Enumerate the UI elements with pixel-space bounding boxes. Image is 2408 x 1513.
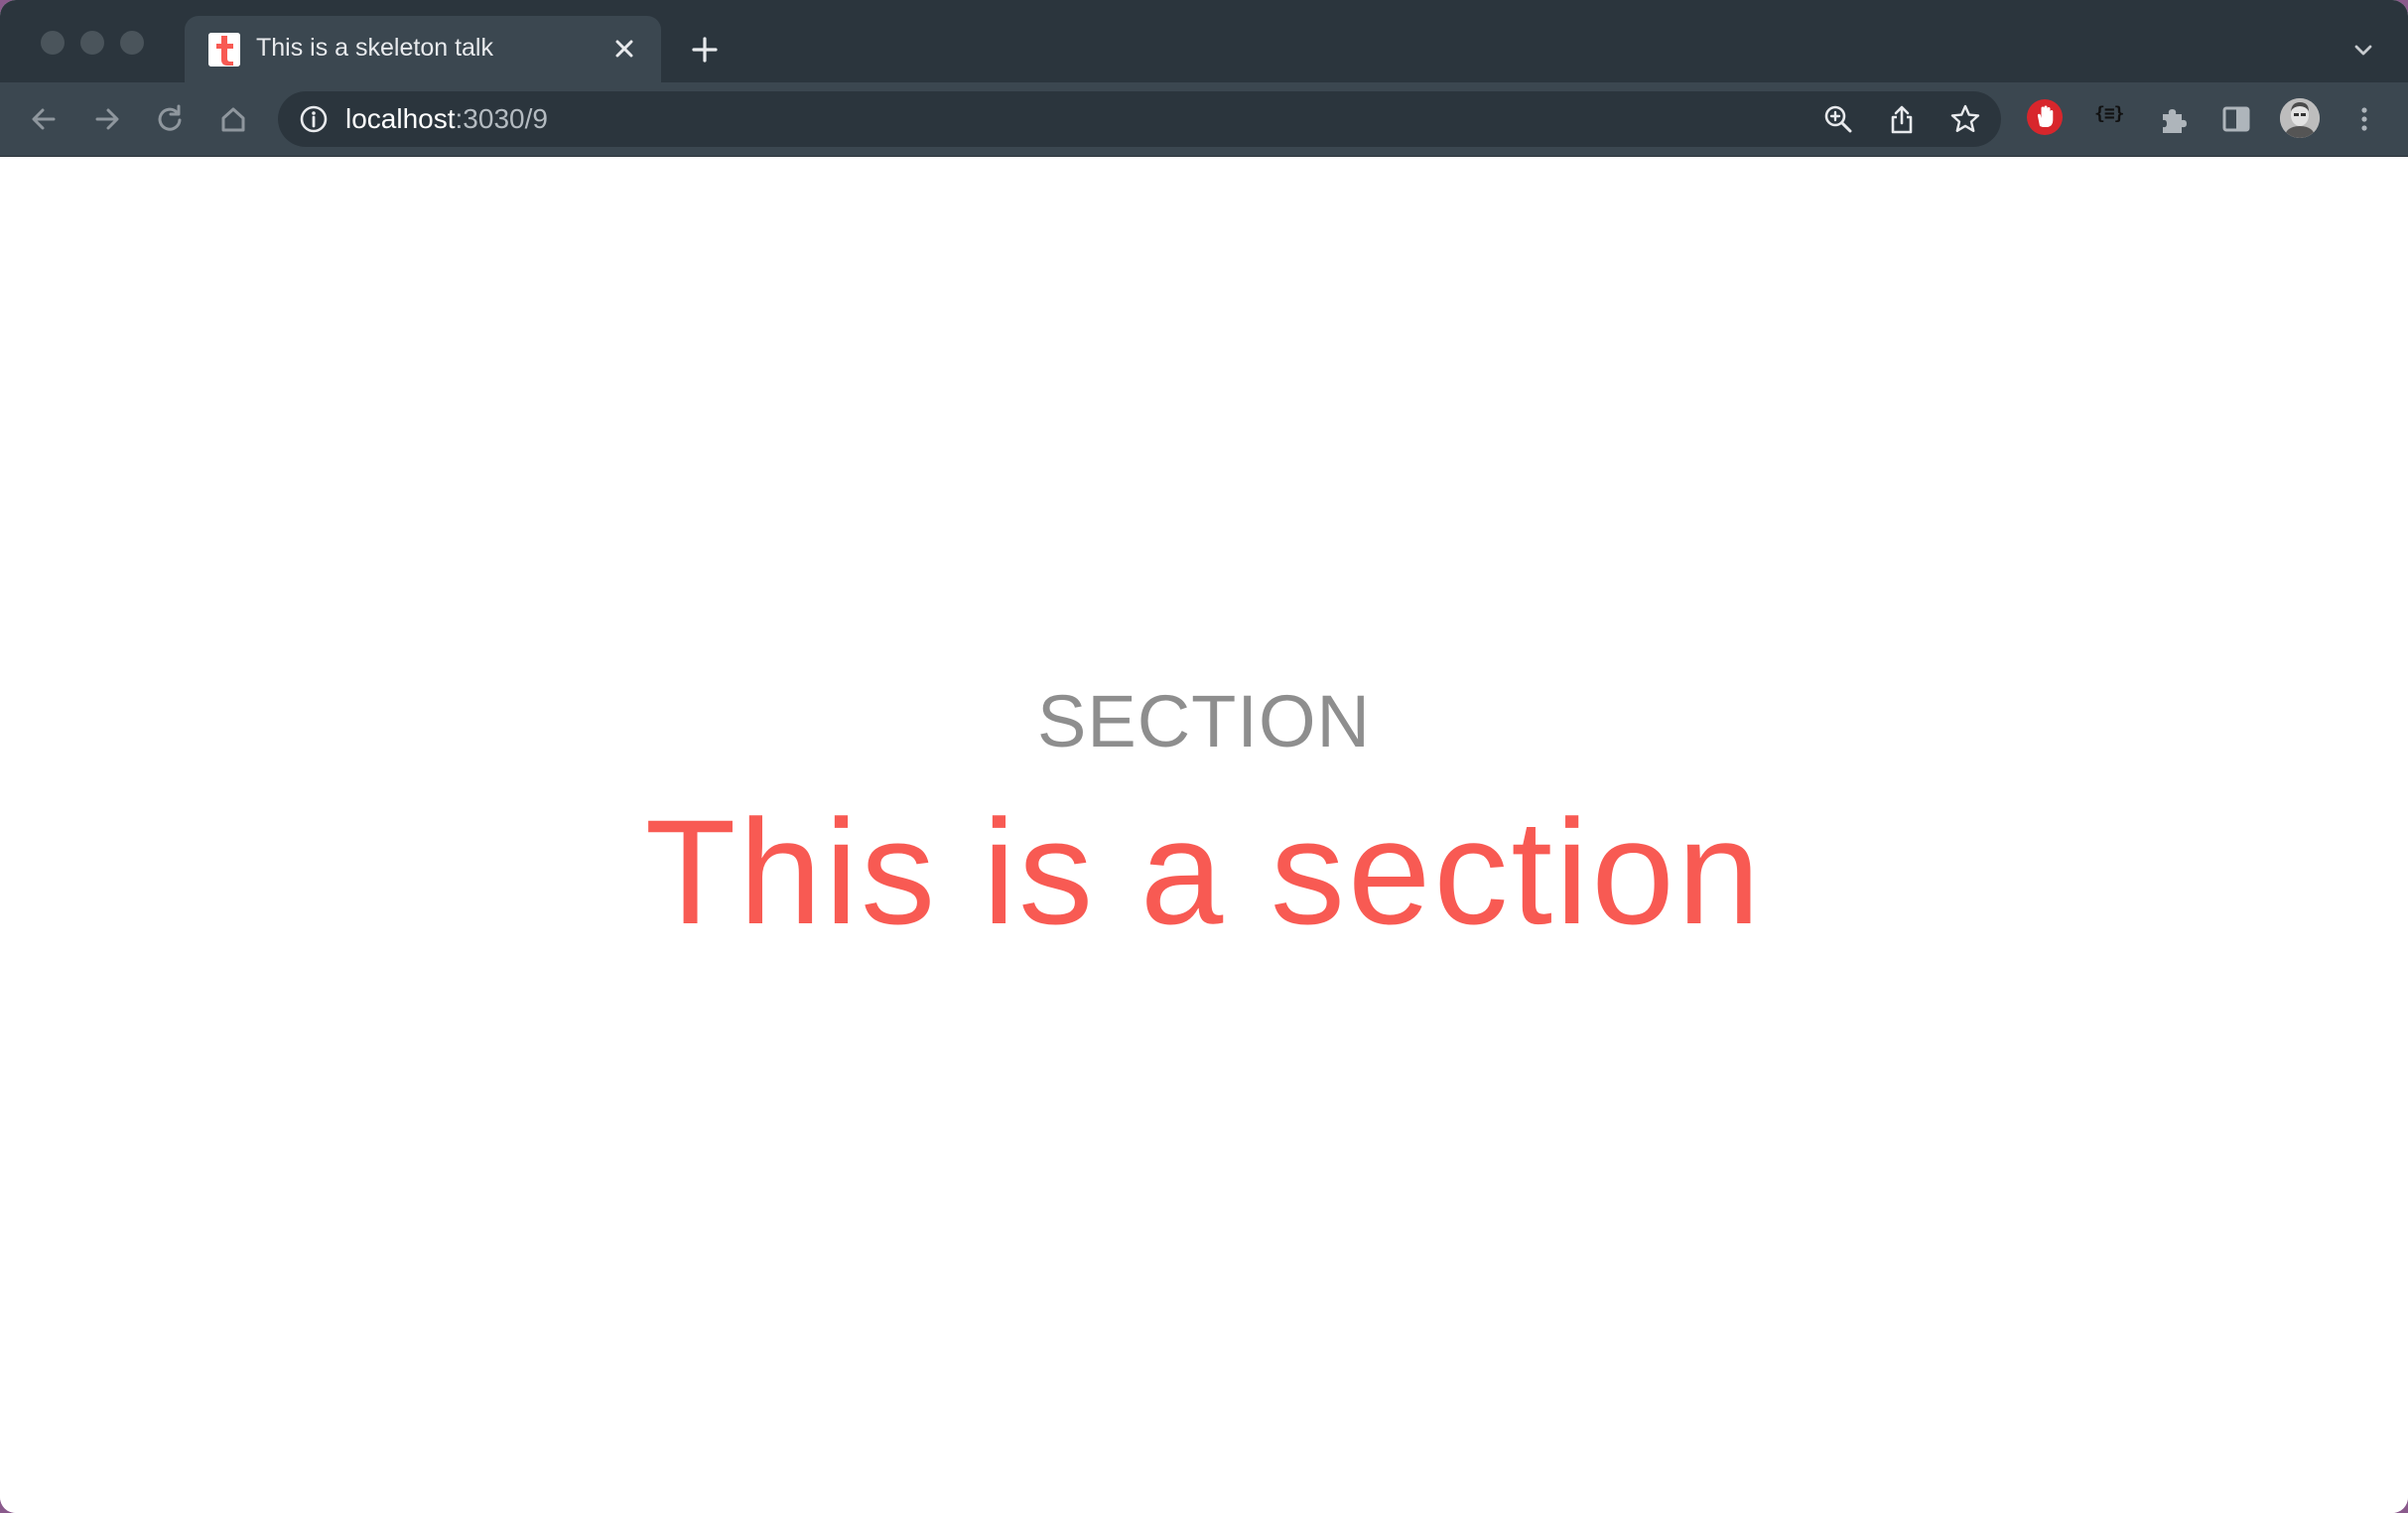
section-label: SECTION <box>1037 680 1371 762</box>
bookmark-star-icon[interactable] <box>1949 103 1981 135</box>
tab-active[interactable]: This is a skeleton talk <box>185 16 661 82</box>
extensions-puzzle-icon[interactable] <box>2154 100 2194 140</box>
reload-icon[interactable] <box>151 99 191 139</box>
tab-search-chevron-down-icon[interactable] <box>2348 36 2378 66</box>
new-tab-icon[interactable] <box>689 34 721 66</box>
url-text: localhost:3030/9 <box>345 103 548 135</box>
menu-kebab-icon[interactable] <box>2344 99 2384 139</box>
profile-avatar[interactable] <box>2280 98 2320 138</box>
browser-window: This is a skeleton talk localhost:3030/9… <box>0 0 2408 1513</box>
json-viewer-extension-icon[interactable]: {≡} <box>2094 103 2124 124</box>
window-maximize-button[interactable] <box>120 31 144 55</box>
tab-close-icon[interactable] <box>609 34 639 64</box>
back-arrow-icon[interactable] <box>24 99 64 139</box>
forward-arrow-icon[interactable] <box>87 99 127 139</box>
window-close-button[interactable] <box>41 31 65 55</box>
tab-strip: This is a skeleton talk <box>0 0 2408 82</box>
ad-block-hand-icon[interactable] <box>2027 99 2063 135</box>
zoom-icon[interactable] <box>1822 103 1854 135</box>
site-info-icon[interactable] <box>298 103 330 135</box>
section-title: This is a section <box>644 788 1764 955</box>
share-icon[interactable] <box>1886 103 1918 135</box>
favicon-icon <box>208 33 240 67</box>
url-host: localhost <box>345 103 456 134</box>
tab-title: This is a skeleton talk <box>256 34 493 62</box>
home-icon[interactable] <box>213 99 253 139</box>
window-minimize-button[interactable] <box>80 31 104 55</box>
address-bar[interactable]: localhost:3030/9 <box>278 91 2001 147</box>
page-content: SECTION This is a section <box>0 157 2408 1513</box>
url-path: :3030/9 <box>455 103 548 134</box>
side-panel-icon[interactable] <box>2216 99 2256 139</box>
